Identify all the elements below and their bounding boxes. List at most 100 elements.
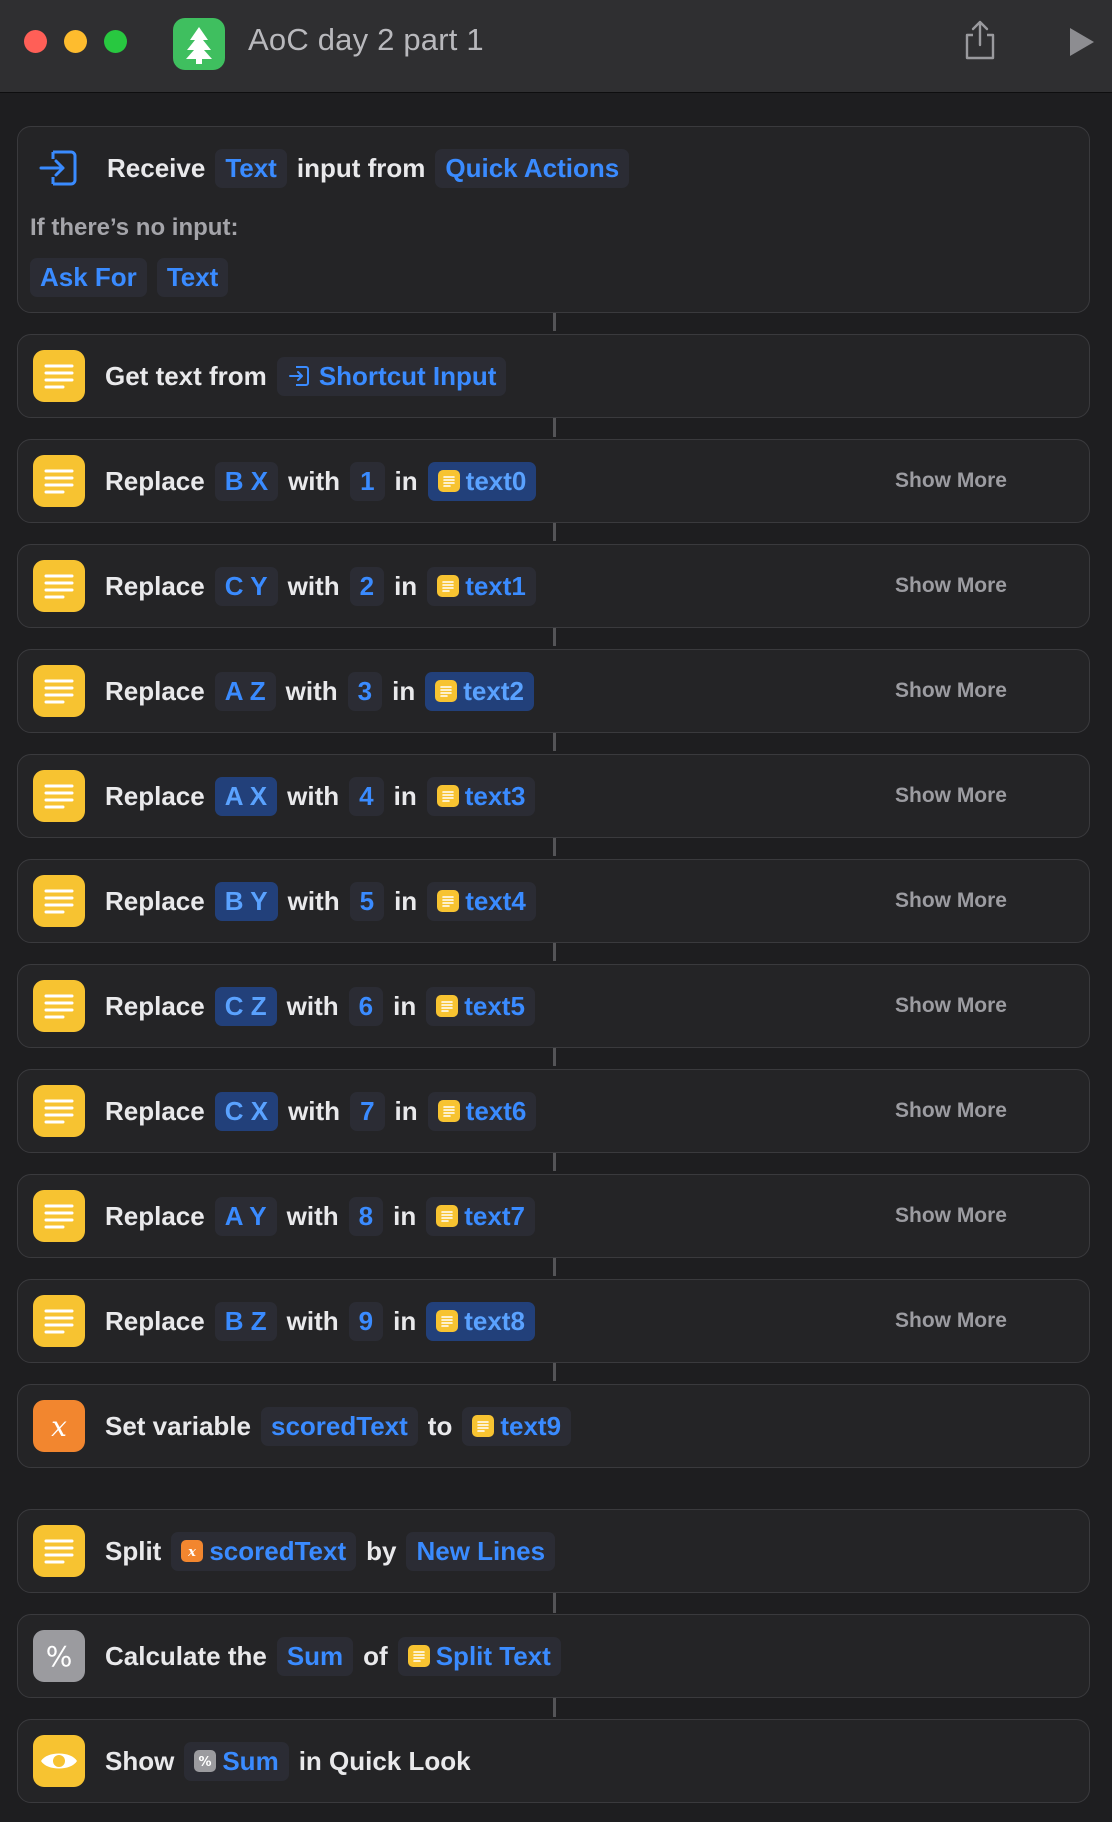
connector <box>553 1361 556 1381</box>
show-more-button[interactable]: Show More <box>895 440 1007 522</box>
show-value-label: Sum <box>222 1745 279 1776</box>
replacement-token[interactable]: 6 <box>348 986 384 1026</box>
replacement-token[interactable]: 8 <box>348 1196 384 1236</box>
quick-look-label: in Quick Look <box>298 1745 471 1776</box>
replace-label: Replace <box>105 465 205 496</box>
show-more-button[interactable]: Show More <box>895 1280 1007 1362</box>
minimize-window-button[interactable] <box>64 30 87 53</box>
replace-action[interactable]: Replace C Y with 2 in text1 Show More <box>17 544 1090 628</box>
connector <box>553 731 556 751</box>
input-type-token[interactable]: Text <box>215 148 287 188</box>
in-label: in <box>394 885 418 916</box>
find-token[interactable]: B X <box>214 461 279 501</box>
find-token[interactable]: C Z <box>214 986 277 1026</box>
find-token[interactable]: A X <box>214 776 278 816</box>
in-label: in <box>392 675 416 706</box>
title-bar: AoC day 2 part 1 <box>0 0 1112 93</box>
in-label: in <box>394 570 418 601</box>
show-more-button[interactable]: Show More <box>895 965 1007 1047</box>
tree-icon[interactable] <box>173 18 225 70</box>
connector <box>553 311 556 331</box>
text-action-icon <box>33 1085 85 1137</box>
calculate-statistics-action[interactable]: % Calculate the Sum of Split Text <box>17 1614 1090 1698</box>
find-token[interactable]: B Y <box>214 881 278 921</box>
with-label: with <box>286 1200 339 1231</box>
find-token[interactable]: B Z <box>214 1301 277 1341</box>
replace-action[interactable]: Replace B Z with 9 in text8 Show More <box>17 1279 1090 1363</box>
percent-icon: % <box>194 1750 217 1772</box>
replace-label: Replace <box>105 885 205 916</box>
show-value-token[interactable]: % Sum <box>184 1741 289 1781</box>
replacement-token[interactable]: 1 <box>350 461 385 501</box>
replacement-token[interactable]: 7 <box>350 1091 385 1131</box>
calculate-source-token[interactable]: Split Text <box>397 1636 561 1676</box>
text-variable-icon <box>435 680 458 702</box>
variable-name-token[interactable]: scoredText <box>260 1406 418 1446</box>
text-action-icon <box>33 875 85 927</box>
close-window-button[interactable] <box>24 30 47 53</box>
target-variable-token[interactable]: text3 <box>426 776 536 816</box>
target-variable-token[interactable]: text4 <box>427 881 536 921</box>
show-more-button[interactable]: Show More <box>895 1175 1007 1257</box>
replace-action[interactable]: Replace B Y with 5 in text4 Show More <box>17 859 1090 943</box>
separator-token[interactable]: New Lines <box>406 1531 556 1571</box>
show-more-button[interactable]: Show More <box>895 860 1007 942</box>
ask-for-token[interactable]: Ask For <box>30 257 147 297</box>
no-input-label: If there’s no input: <box>30 214 239 241</box>
receive-input-action[interactable]: Receive Text input from Quick Actions If… <box>17 126 1090 313</box>
replacement-token[interactable]: 5 <box>349 881 385 921</box>
find-token[interactable]: A Y <box>214 1196 277 1236</box>
with-label: with <box>288 465 341 496</box>
target-variable-token[interactable]: text0 <box>427 461 537 501</box>
replacement-token[interactable]: 3 <box>347 671 383 711</box>
quick-look-action[interactable]: Show % Sum in Quick Look <box>17 1719 1090 1803</box>
text-variable-icon <box>436 1205 459 1227</box>
operation-token[interactable]: Sum <box>276 1636 354 1676</box>
replacement-token[interactable]: 2 <box>349 566 385 606</box>
replace-action[interactable]: Replace A X with 4 in text3 Show More <box>17 754 1090 838</box>
replace-label: Replace <box>105 1200 205 1231</box>
input-source-token[interactable]: Quick Actions <box>435 148 630 188</box>
calculate-label: Calculate the <box>105 1640 267 1671</box>
replace-action[interactable]: Replace C Z with 6 in text5 Show More <box>17 964 1090 1048</box>
target-variable-token[interactable]: text2 <box>425 671 534 711</box>
share-icon[interactable] <box>962 18 998 62</box>
target-variable-label: text0 <box>465 465 527 496</box>
play-icon[interactable] <box>1064 24 1098 60</box>
target-variable-token[interactable]: text8 <box>426 1301 535 1341</box>
replace-action[interactable]: Replace B X with 1 in text0 Show More <box>17 439 1090 523</box>
text-action-icon <box>33 350 85 402</box>
receive-input-icon <box>37 146 79 190</box>
replace-action[interactable]: Replace A Y with 8 in text7 Show More <box>17 1174 1090 1258</box>
target-variable-token[interactable]: text1 <box>427 566 536 606</box>
target-variable-token[interactable]: text7 <box>426 1196 535 1236</box>
replace-action[interactable]: Replace C X with 7 in text6 Show More <box>17 1069 1090 1153</box>
window-title: AoC day 2 part 1 <box>248 22 484 57</box>
shortcut-input-icon <box>288 366 309 386</box>
target-variable-token[interactable]: text5 <box>426 986 535 1026</box>
zoom-window-button[interactable] <box>104 30 127 53</box>
show-more-button[interactable]: Show More <box>895 650 1007 732</box>
split-text-action[interactable]: Split x scoredText by New Lines <box>17 1509 1090 1593</box>
replace-label: Replace <box>105 675 205 706</box>
target-variable-token[interactable]: text6 <box>427 1091 537 1131</box>
split-source-token[interactable]: x scoredText <box>171 1531 357 1571</box>
show-more-button[interactable]: Show More <box>895 545 1007 627</box>
show-more-button[interactable]: Show More <box>895 1070 1007 1152</box>
to-label: to <box>427 1410 453 1441</box>
set-variable-action[interactable]: x Set variable scoredText to text9 <box>17 1384 1090 1468</box>
find-token[interactable]: C X <box>214 1091 279 1131</box>
replacement-token[interactable]: 4 <box>349 776 384 816</box>
show-more-button[interactable]: Show More <box>895 755 1007 837</box>
variable-value-token[interactable]: text9 <box>462 1406 572 1446</box>
find-token[interactable]: C Y <box>214 566 278 606</box>
ask-type-token[interactable]: Text <box>156 257 229 297</box>
eye-icon <box>33 1735 85 1787</box>
get-text-action[interactable]: Get text from Shortcut Input <box>17 334 1090 418</box>
replace-action[interactable]: Replace A Z with 3 in text2 Show More <box>17 649 1090 733</box>
target-variable-label: text6 <box>465 1095 527 1126</box>
in-label: in <box>394 1095 418 1126</box>
shortcut-input-token[interactable]: Shortcut Input <box>276 356 507 396</box>
replacement-token[interactable]: 9 <box>348 1301 384 1341</box>
find-token[interactable]: A Z <box>214 671 276 711</box>
